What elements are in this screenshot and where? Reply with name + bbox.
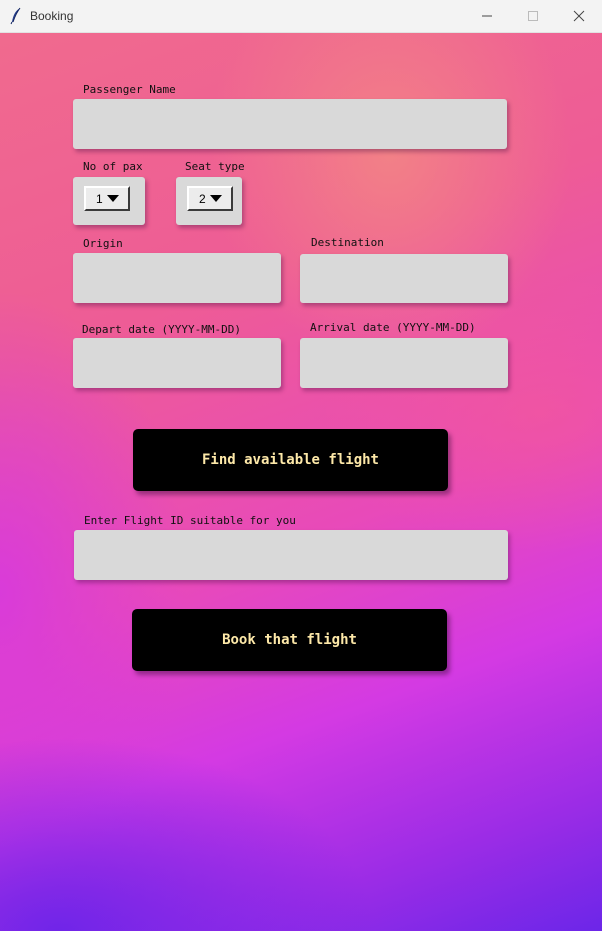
destination-field[interactable] — [300, 254, 508, 303]
seat-type-label: Seat type — [185, 160, 245, 173]
book-that-flight-button[interactable]: Book that flight — [132, 609, 447, 671]
destination-label: Destination — [311, 236, 384, 249]
booking-window: Booking Passenger Name No of pax 1 Seat … — [0, 0, 602, 931]
pax-dropdown[interactable]: 1 — [84, 186, 130, 211]
pax-frame: 1 — [73, 177, 145, 225]
minimize-button[interactable] — [464, 0, 510, 32]
chevron-down-icon — [107, 195, 119, 202]
seat-type-selected-value: 2 — [199, 192, 206, 206]
close-icon — [573, 7, 585, 26]
flight-id-label: Enter Flight ID suitable for you — [84, 514, 296, 527]
window-title: Booking — [30, 9, 74, 23]
depart-date-field[interactable] — [73, 338, 281, 388]
origin-field[interactable] — [73, 253, 281, 303]
chevron-down-icon — [210, 195, 222, 202]
flight-id-field[interactable] — [74, 530, 508, 580]
minimize-icon — [481, 7, 493, 26]
seat-type-dropdown[interactable]: 2 — [187, 186, 233, 211]
arrival-date-field[interactable] — [300, 338, 508, 388]
find-available-flight-button[interactable]: Find available flight — [133, 429, 448, 491]
passenger-name-label: Passenger Name — [83, 83, 176, 96]
pax-label: No of pax — [83, 160, 143, 173]
depart-date-label: Depart date (YYYY-MM-DD) — [82, 323, 241, 336]
title-bar: Booking — [0, 0, 602, 33]
origin-label: Origin — [83, 237, 123, 250]
passenger-name-field[interactable] — [73, 99, 507, 149]
maximize-button[interactable] — [510, 0, 556, 32]
form-area: Passenger Name No of pax 1 Seat type 2 O… — [0, 33, 602, 931]
arrival-date-label: Arrival date (YYYY-MM-DD) — [310, 321, 476, 334]
seat-type-frame: 2 — [176, 177, 242, 225]
close-button[interactable] — [556, 0, 602, 32]
pax-selected-value: 1 — [96, 192, 103, 206]
feather-icon — [8, 7, 24, 25]
maximize-icon — [527, 7, 539, 26]
